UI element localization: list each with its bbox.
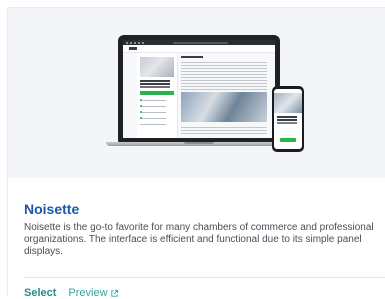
external-link-icon [110,289,118,297]
theme-description: Noisette is the go-to favorite for many … [24,222,374,257]
site-green-button [140,91,174,95]
theme-title: Noisette [24,201,80,217]
site-top-nav [123,45,275,53]
site-main-content [181,56,269,138]
theme-card: Noisette Noisette is the go-to favorite … [8,8,385,299]
divider [24,277,385,278]
site-main-photo [181,92,267,122]
site-logo [129,47,137,50]
select-button[interactable]: Select [24,287,56,299]
laptop-screen [123,40,275,138]
theme-actions: Select Preview [24,287,119,299]
laptop-mockup [118,35,280,142]
phone-screen [274,89,302,149]
preview-label: Preview [68,287,108,299]
theme-preview-image[interactable] [8,8,385,178]
preview-link[interactable]: Preview [68,287,118,299]
phone-mockup [272,86,304,152]
phone-green-button [280,138,296,142]
site-sidebar-panel [137,53,178,138]
